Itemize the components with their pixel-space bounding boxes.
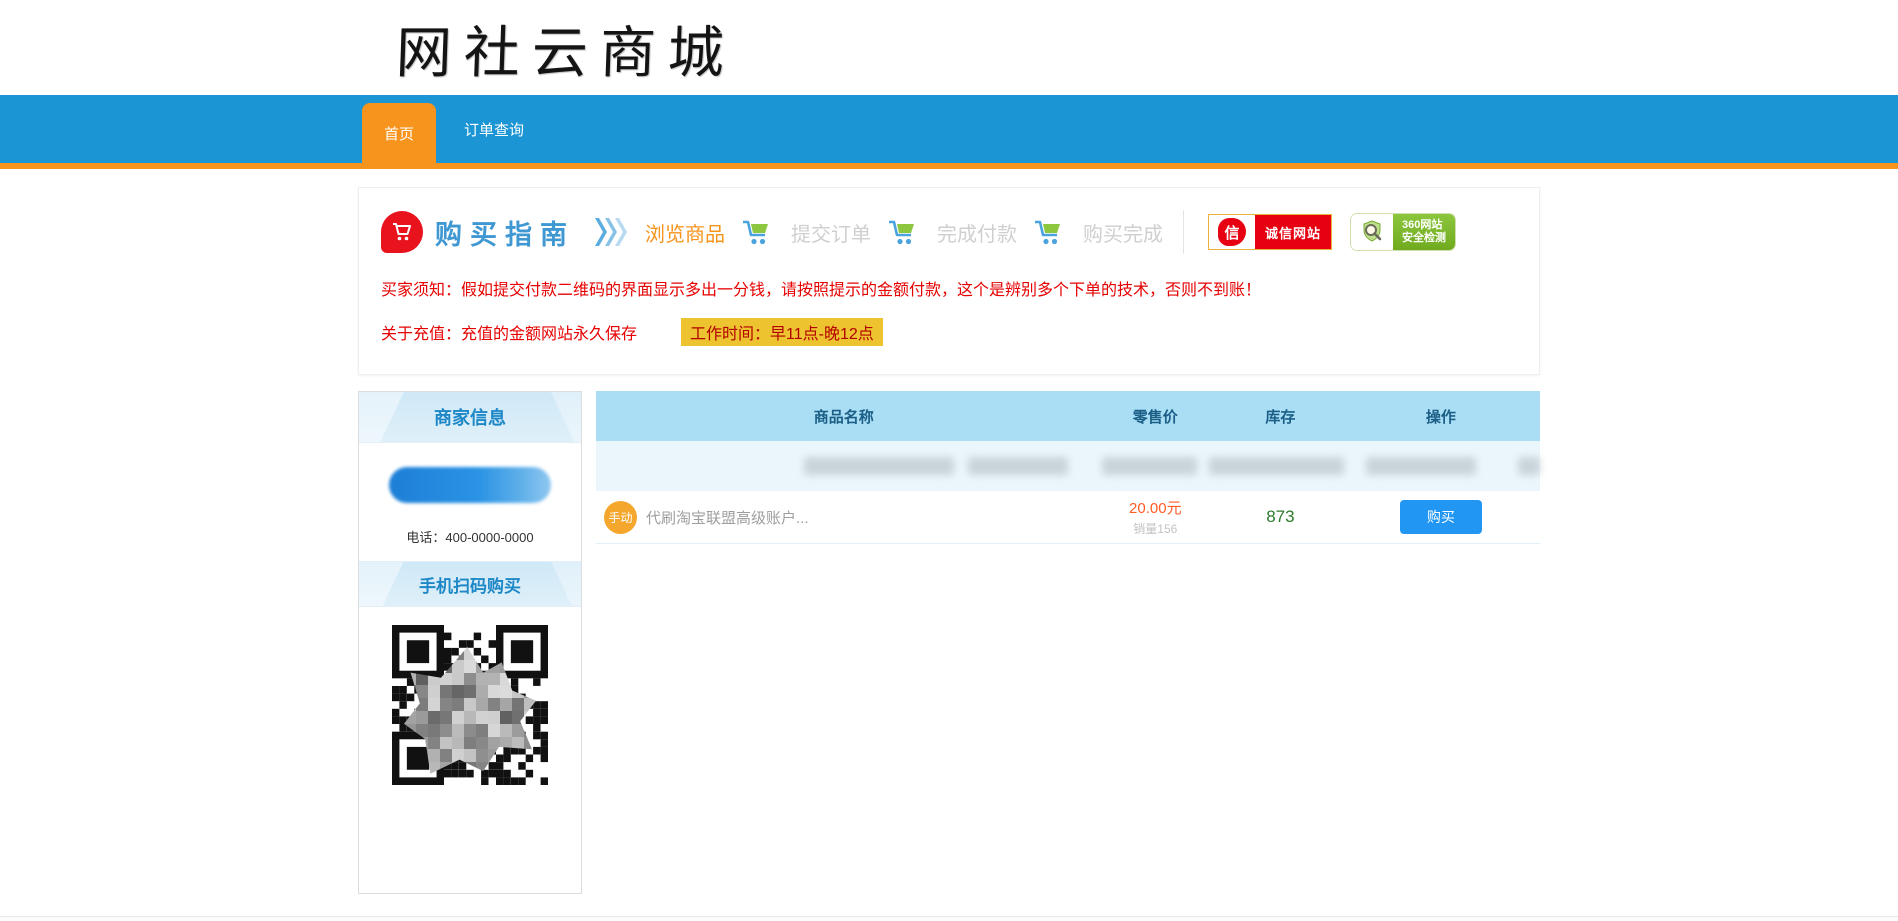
header-product-name: 商品名称 — [813, 408, 874, 426]
safe-360-line2: 安全检测 — [1402, 232, 1447, 244]
nav-tab-order-query[interactable]: 订单查询 — [436, 95, 552, 163]
magnifier-icon — [1351, 214, 1394, 250]
triple-chevron-icon — [593, 218, 627, 246]
recharge-notice: 关于充值：充值的金额网站永久保存 — [381, 326, 638, 343]
work-hours-highlight: 工作时间：早11点-晚12点 — [681, 318, 883, 346]
guide-step-submit-order: 提交订单 — [791, 223, 871, 246]
guide-step-pay: 完成付款 — [937, 223, 1017, 246]
qr-section-title: 手机扫码购买 — [359, 561, 581, 607]
safe-360-line1: 360网站 — [1402, 219, 1443, 231]
merchant-sidebar: 商家信息 电话：400-0000-0000 手机扫码购买 — [358, 391, 582, 894]
divider — [1183, 210, 1184, 254]
header-stock: 库存 — [1265, 408, 1296, 426]
guide-step-complete: 购买完成 — [1083, 223, 1163, 246]
main-navbar: 首页 订单查询 — [0, 95, 1898, 169]
cart-step-icon — [741, 217, 775, 247]
page-footer — [0, 916, 1898, 921]
cart-step-icon — [887, 217, 921, 247]
buyer-notice: 买家须知：假如提交付款二维码的界面显示多出一分钱，请按照提示的金额付款，这个是辨… — [381, 282, 1262, 299]
header-action: 操作 — [1425, 408, 1456, 426]
product-stock: 873 — [1266, 507, 1295, 526]
contact-qq-button[interactable] — [389, 467, 551, 503]
safe-360-badge[interactable]: 360网站 安全检测 — [1350, 213, 1457, 251]
product-price: 20.00元 — [1129, 500, 1182, 517]
credit-site-badge[interactable]: 信 诚信网站 — [1208, 214, 1333, 250]
site-logo: 网社云商城 — [394, 21, 737, 86]
guide-step-browse: 浏览商品 — [645, 223, 725, 246]
product-row: 手动 代刷淘宝联盟高级账户... 20.00元 销量156 873 购买 — [596, 491, 1540, 544]
nav-tab-home[interactable]: 首页 — [362, 103, 437, 163]
cart-step-icon — [1033, 217, 1067, 247]
blurred-notice-row — [596, 441, 1540, 491]
product-sales: 销量156 — [1133, 522, 1178, 536]
header-retail-price: 零售价 — [1132, 408, 1178, 426]
purchase-guide-panel: 购买指南 浏览商品 提交订单 完成付款 购买完成 信 诚信网站 360网站 安全… — [358, 187, 1540, 375]
product-name: 代刷淘宝联盟高级账户... — [646, 509, 809, 527]
page: 网社云商城 首页 订单查询 购买指南 浏览商品 提交订单 完成付款 购买完成 信… — [0, 0, 1898, 921]
site-header: 网社云商城 — [0, 0, 1898, 95]
buy-button[interactable]: 购买 — [1399, 500, 1482, 534]
table-header-row: 商品名称 零售价 库存 操作 — [596, 391, 1540, 441]
credit-badge-label: 诚信网站 — [1255, 215, 1332, 249]
qr-code — [392, 625, 548, 785]
product-table: 商品名称 零售价 库存 操作 手动 代刷淘宝联盟高级账户... 20.00元 销… — [596, 391, 1540, 544]
credit-icon: 信 — [1218, 218, 1246, 246]
cart-badge-icon — [381, 211, 423, 253]
guide-title: 购买指南 — [435, 219, 575, 250]
phone-label: 电话：400-0000-0000 — [406, 530, 534, 545]
merchant-info-title: 商家信息 — [359, 392, 581, 443]
manual-badge: 手动 — [604, 500, 637, 534]
